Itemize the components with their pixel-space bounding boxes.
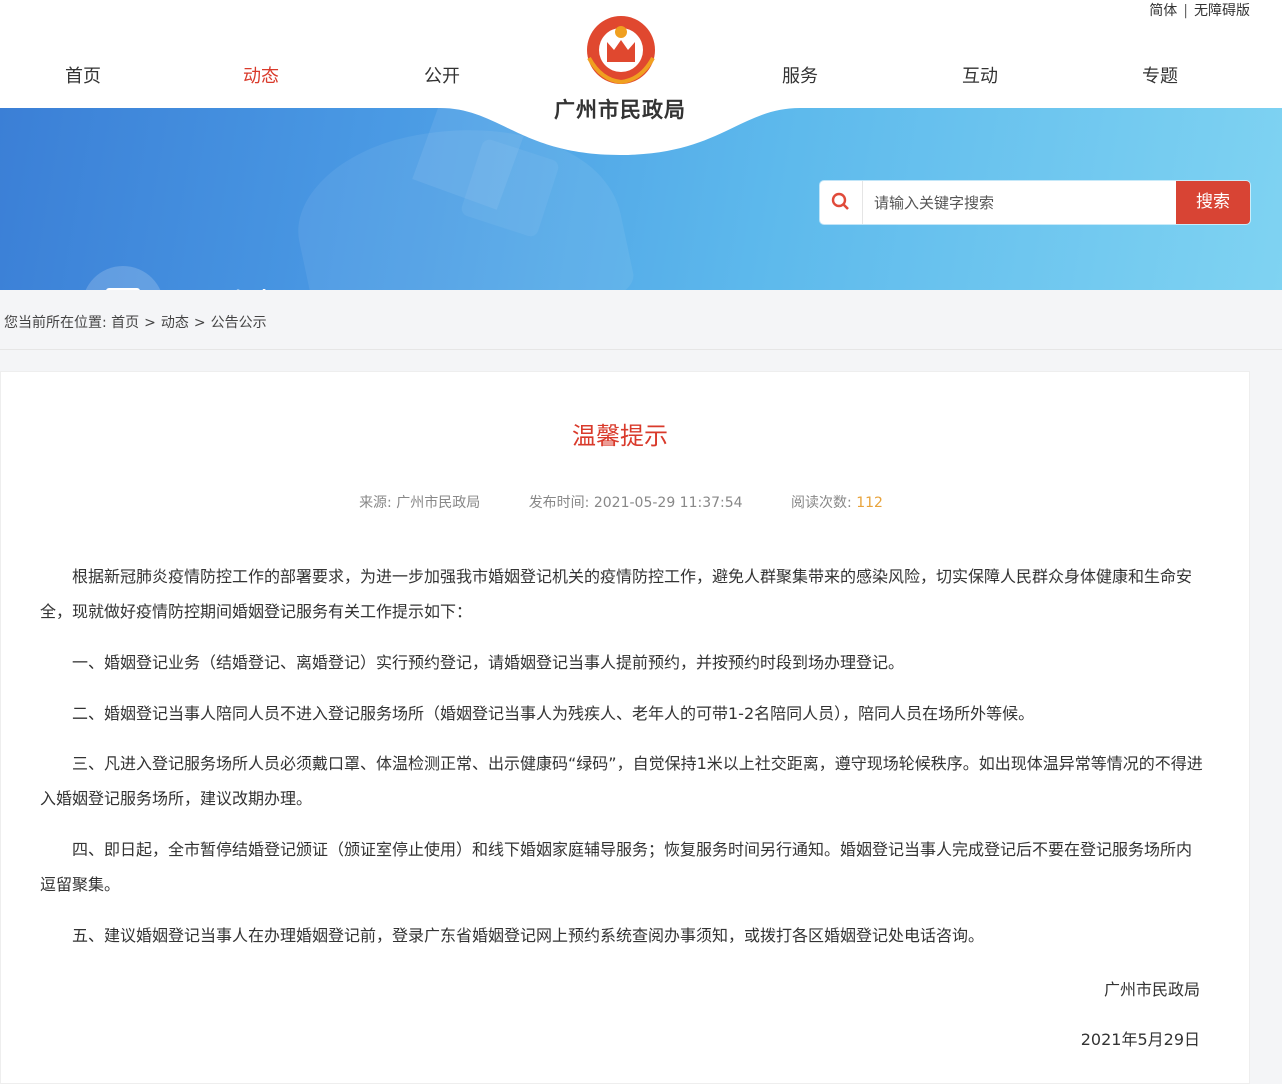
simplified-link[interactable]: 简体: [1149, 0, 1177, 20]
article-paragraph: 根据新冠肺炎疫情防控工作的部署要求，为进一步加强我市婚姻登记机关的疫情防控工作，…: [40, 567, 1193, 621]
divider: [0, 349, 1282, 350]
logo[interactable]: [541, 8, 701, 92]
nav-news[interactable]: 动态: [211, 62, 311, 102]
nav-home[interactable]: 首页: [33, 62, 133, 88]
breadcrumb-news[interactable]: 动态: [161, 315, 189, 331]
source-label: 来源:: [359, 495, 392, 511]
document-icon: [82, 266, 164, 290]
article-paragraph: 四、即日起，全市暂停结婚登记颁证（颁证室停止使用）和线下婚姻家庭辅导服务；恢复服…: [40, 840, 1193, 894]
time-value: 2021-05-29 11:37:54: [593, 495, 743, 511]
time-label: 发布时间:: [528, 495, 590, 511]
search-icon: [820, 181, 863, 224]
article-title: 温馨提示: [572, 422, 668, 450]
section-title: 动态: [216, 280, 280, 290]
signature: 广州市民政局: [1103, 980, 1200, 999]
breadcrumb-notices[interactable]: 公告公示: [211, 315, 267, 331]
article-meta: 来源: 广州市民政局 发布时间: 2021-05-29 11:37:54 阅读次…: [0, 492, 1242, 512]
top-links: 简体 | 无障碍版: [1149, 0, 1250, 20]
site-title: 广州市民政局: [554, 98, 686, 122]
article-paragraph: 二、婚姻登记当事人陪同人员不进入登记服务场所（婚姻登记当事人为残疾人、老年人的可…: [72, 704, 1035, 723]
search-input[interactable]: [872, 189, 1166, 217]
article-paragraph: 一、婚姻登记业务（结婚登记、离婚登记）实行预约登记，请婚姻登记当事人提前预约，并…: [72, 653, 905, 672]
nav-service[interactable]: 服务: [750, 62, 850, 88]
article-paragraph: 三、凡进入登记服务场所人员必须戴口罩、体温检测正常、出示健康码“绿码”，自觉保持…: [40, 754, 1203, 808]
search-button[interactable]: 搜索: [1176, 181, 1250, 224]
publish-date: 2021年5月29日: [1080, 1030, 1200, 1049]
breadcrumb-label: 您当前所在位置:: [4, 315, 107, 331]
emblem-icon: [587, 16, 655, 85]
views-label: 阅读次数:: [791, 495, 852, 511]
accessible-link[interactable]: 无障碍版: [1194, 0, 1250, 20]
source-value: 广州市民政局: [396, 495, 481, 511]
nav-public[interactable]: 公开: [392, 62, 492, 88]
breadcrumb-home[interactable]: 首页: [111, 315, 139, 331]
search-box: 搜索: [820, 181, 1250, 224]
nav-topics[interactable]: 专题: [1110, 62, 1210, 88]
nav-interact[interactable]: 互动: [930, 62, 1030, 88]
breadcrumb: 您当前所在位置: 首页 > 动态 > 公告公示: [4, 315, 267, 331]
views-count: 112: [856, 495, 883, 511]
article-paragraph: 五、建议婚姻登记当事人在办理婚姻登记前，登录广东省婚姻登记网上预约系统查阅办事须…: [72, 926, 985, 945]
